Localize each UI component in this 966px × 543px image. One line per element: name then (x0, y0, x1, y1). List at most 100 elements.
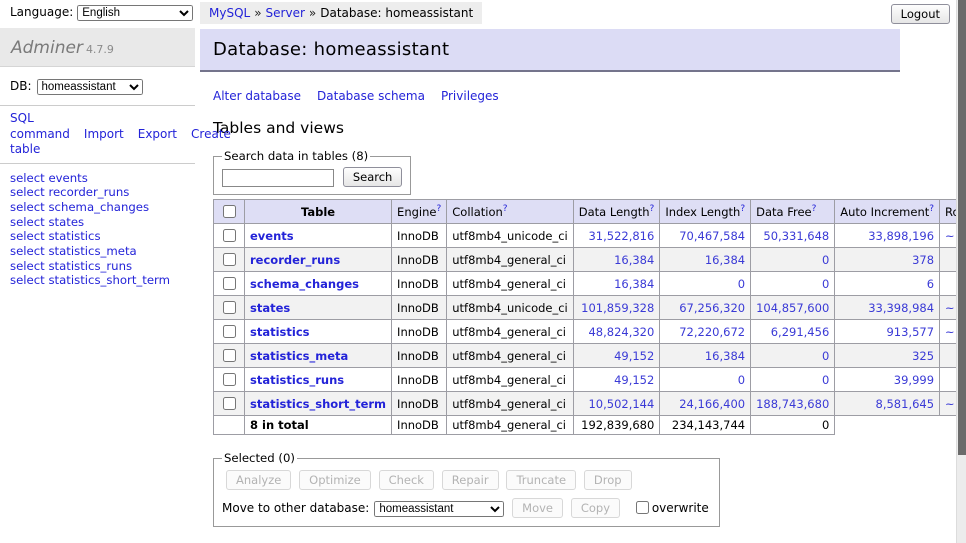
overwrite-checkbox[interactable] (636, 501, 649, 514)
auto-increment-link[interactable]: 8,581,645 (876, 397, 935, 411)
row-checkbox[interactable] (223, 301, 236, 314)
table-link-statistics[interactable]: statistics (250, 325, 310, 339)
auto-increment-link[interactable]: 6 (927, 277, 934, 291)
repair-button[interactable]: Repair (442, 470, 499, 490)
sidebar-item-select-statistics-short-term[interactable]: select statistics_short_term (10, 274, 195, 287)
index-length-link[interactable]: 24,166,400 (679, 397, 745, 411)
move-database-select[interactable]: homeassistant (374, 501, 504, 517)
sidebar: Adminer4.7.9 DB:homeassistant SQL comman… (0, 28, 195, 289)
help-icon[interactable]: ? (929, 204, 934, 214)
tables-heading: Tables and views (213, 119, 900, 137)
truncate-button[interactable]: Truncate (506, 470, 576, 490)
drop-button[interactable]: Drop (584, 470, 632, 490)
row-checkbox[interactable] (223, 397, 236, 410)
breadcrumb-link-server[interactable]: Server (266, 6, 305, 20)
index-length-link[interactable]: 0 (738, 277, 745, 291)
data-length-link[interactable]: 10,502,144 (588, 397, 654, 411)
data-free-link[interactable]: 50,331,648 (763, 229, 829, 243)
sidebar-link-sql-command[interactable]: SQL command (10, 111, 70, 141)
auto-increment-link[interactable]: 913,577 (886, 325, 934, 339)
index-length-link[interactable]: 16,384 (705, 253, 745, 267)
data-free-link[interactable]: 0 (822, 373, 829, 387)
scrollbar-thumb[interactable] (958, 0, 966, 455)
breadcrumb-link-mysql[interactable]: MySQL (209, 6, 250, 20)
data-length-link[interactable]: 16,384 (614, 253, 654, 267)
column-header-data-length: Data Length? (573, 200, 660, 224)
table-link-states[interactable]: states (250, 301, 290, 315)
table-link-recorder-runs[interactable]: recorder_runs (250, 253, 340, 267)
nav-database-schema[interactable]: Database schema (317, 89, 425, 103)
sidebar-item-select-events[interactable]: select events (10, 172, 195, 185)
table-link-statistics-short-term[interactable]: statistics_short_term (250, 397, 386, 411)
analyze-button[interactable]: Analyze (226, 470, 291, 490)
table-link-schema-changes[interactable]: schema_changes (250, 277, 359, 291)
index-length-link[interactable]: 16,384 (705, 349, 745, 363)
column-header-collation: Collation? (447, 200, 574, 224)
help-icon[interactable]: ? (812, 204, 817, 214)
sidebar-item-select-statistics[interactable]: select statistics (10, 230, 195, 243)
sidebar-table-list: select events select recorder_runs selec… (0, 164, 195, 287)
sidebar-link-import[interactable]: Import (84, 127, 124, 141)
data-free-link[interactable]: 6,291,456 (771, 325, 830, 339)
search-input[interactable] (222, 169, 334, 187)
table-link-statistics-runs[interactable]: statistics_runs (250, 373, 344, 387)
search-fieldset: Search data in tables (8) Search (213, 149, 411, 195)
row-checkbox[interactable] (223, 325, 236, 338)
table-row: statistics_meta InnoDB utf8mb4_general_c… (214, 344, 966, 368)
row-checkbox[interactable] (223, 253, 236, 266)
sidebar-item-select-statistics-meta[interactable]: select statistics_meta (10, 245, 195, 258)
sidebar-item-select-schema-changes[interactable]: select schema_changes (10, 201, 195, 214)
db-select[interactable]: homeassistant (37, 79, 143, 95)
index-length-link[interactable]: 70,467,584 (679, 229, 745, 243)
select-all-checkbox[interactable] (223, 205, 236, 218)
optimize-button[interactable]: Optimize (299, 470, 371, 490)
index-length-link[interactable]: 67,256,320 (679, 301, 745, 315)
row-checkbox[interactable] (223, 373, 236, 386)
copy-button[interactable]: Copy (571, 498, 620, 518)
auto-increment-link[interactable]: 33,898,196 (868, 229, 934, 243)
vertical-scrollbar (956, 0, 966, 543)
data-length-link[interactable]: 49,152 (614, 373, 654, 387)
data-free-link[interactable]: 0 (822, 277, 829, 291)
total-label: 8 in total (245, 416, 392, 435)
collation-cell: utf8mb4_unicode_ci (447, 296, 574, 320)
help-icon[interactable]: ? (650, 204, 655, 214)
table-row: statistics InnoDB utf8mb4_general_ci 48,… (214, 320, 966, 344)
row-checkbox[interactable] (223, 277, 236, 290)
table-link-events[interactable]: events (250, 229, 294, 243)
sidebar-item-select-statistics-runs[interactable]: select statistics_runs (10, 260, 195, 273)
auto-increment-link[interactable]: 378 (912, 253, 934, 267)
data-free-link[interactable]: 0 (822, 253, 829, 267)
nav-privileges[interactable]: Privileges (441, 89, 499, 103)
help-icon[interactable]: ? (436, 204, 441, 214)
data-length-link[interactable]: 31,522,816 (588, 229, 654, 243)
table-link-statistics-meta[interactable]: statistics_meta (250, 349, 348, 363)
check-button[interactable]: Check (379, 470, 434, 490)
language-select[interactable]: English (77, 5, 193, 21)
data-free-link[interactable]: 188,743,680 (756, 397, 829, 411)
logout-button[interactable]: Logout (891, 4, 950, 24)
help-icon[interactable]: ? (740, 204, 745, 214)
engine-cell: InnoDB (392, 296, 447, 320)
data-free-link[interactable]: 0 (822, 349, 829, 363)
index-length-link[interactable]: 0 (738, 373, 745, 387)
auto-increment-link[interactable]: 325 (912, 349, 934, 363)
data-length-link[interactable]: 48,824,320 (588, 325, 654, 339)
help-icon[interactable]: ? (503, 204, 508, 214)
collation-cell: utf8mb4_general_ci (447, 368, 574, 392)
auto-increment-link[interactable]: 39,999 (894, 373, 934, 387)
search-button[interactable]: Search (343, 167, 403, 187)
sidebar-link-export[interactable]: Export (138, 127, 177, 141)
sidebar-item-select-recorder-runs[interactable]: select recorder_runs (10, 186, 195, 199)
nav-alter-database[interactable]: Alter database (213, 89, 301, 103)
sidebar-item-select-states[interactable]: select states (10, 216, 195, 229)
move-button[interactable]: Move (512, 498, 563, 518)
row-checkbox[interactable] (223, 349, 236, 362)
data-length-link[interactable]: 49,152 (614, 349, 654, 363)
auto-increment-link[interactable]: 33,398,984 (868, 301, 934, 315)
data-length-link[interactable]: 101,859,328 (581, 301, 654, 315)
data-free-link[interactable]: 104,857,600 (756, 301, 829, 315)
index-length-link[interactable]: 72,220,672 (679, 325, 745, 339)
data-length-link[interactable]: 16,384 (614, 277, 654, 291)
row-checkbox[interactable] (223, 229, 236, 242)
